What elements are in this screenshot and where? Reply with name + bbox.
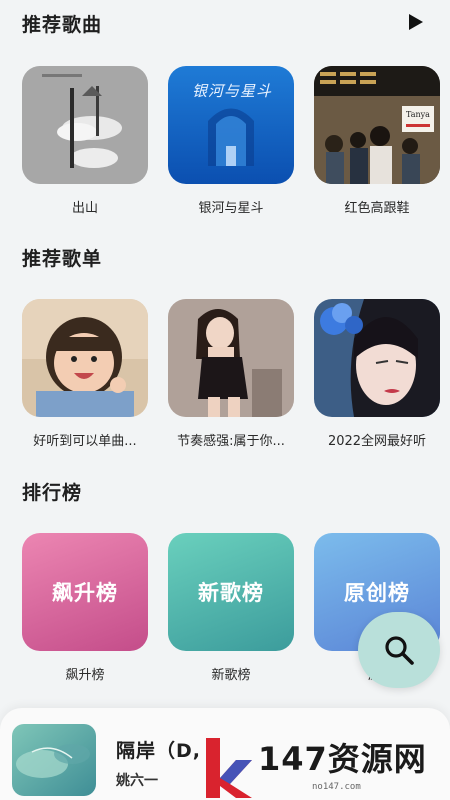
chart-cover: 新歌榜: [168, 533, 294, 651]
chart-card[interactable]: 新歌榜 新歌榜: [168, 533, 294, 683]
playlist-cover: [22, 299, 148, 417]
song-label: 红色高跟鞋: [344, 201, 410, 216]
chart-label: 新歌榜: [211, 668, 251, 683]
now-playing-cover: [12, 724, 96, 796]
chart-cover: 飙升榜: [22, 533, 148, 651]
watermark-logo: [206, 738, 252, 798]
songs-section-title: 推荐歌曲: [22, 14, 103, 36]
playlists-section-title: 推荐歌单: [22, 248, 103, 270]
search-button[interactable]: [358, 612, 440, 688]
charts-section-title: 排行榜: [22, 482, 83, 504]
playlist-cover: [314, 299, 440, 417]
song-cover: Tanya: [314, 66, 440, 184]
chart-card[interactable]: 飙升榜 飙升榜: [22, 533, 148, 683]
songs-row: 出山 银河与星斗 银河与星斗 Tanya 红色高跟鞋: [22, 66, 442, 226]
search-icon: [385, 636, 414, 665]
song-card[interactable]: 银河与星斗 银河与星斗: [168, 66, 294, 216]
watermark-url: no147.com: [312, 782, 361, 792]
song-cover: 银河与星斗: [168, 66, 294, 184]
playlist-label: 2022全网最好听: [327, 434, 427, 449]
now-playing-title: 隔岸（D,: [116, 740, 201, 762]
watermark: 147资源网 no147.com: [200, 732, 450, 800]
song-cover: [22, 66, 148, 184]
playlist-label: 节奏感强:属于你...: [177, 434, 285, 449]
chart-label: 飙升榜: [65, 668, 105, 683]
watermark-brand: 147资源网: [258, 740, 427, 778]
song-cover-text: Tanya: [406, 110, 430, 119]
playlist-card[interactable]: 好听到可以单曲...: [22, 299, 148, 449]
playlist-card[interactable]: 节奏感强:属于你...: [168, 299, 294, 449]
song-card[interactable]: Tanya 红色高跟鞋: [314, 66, 440, 216]
playlist-label: 好听到可以单曲...: [33, 434, 137, 449]
now-playing-artist: 姚六一: [116, 773, 158, 789]
playlists-row: 好听到可以单曲... 节奏感强:属于你... 2022全网最好听: [22, 299, 442, 459]
song-label: 出山: [71, 201, 98, 216]
playlist-card[interactable]: 2022全网最好听: [314, 299, 440, 449]
song-label: 银河与星斗: [198, 201, 264, 216]
song-card[interactable]: 出山: [22, 66, 148, 216]
song-cover-text: 银河与星斗: [192, 82, 273, 100]
play-icon[interactable]: [408, 13, 424, 31]
playlist-cover: [168, 299, 294, 417]
